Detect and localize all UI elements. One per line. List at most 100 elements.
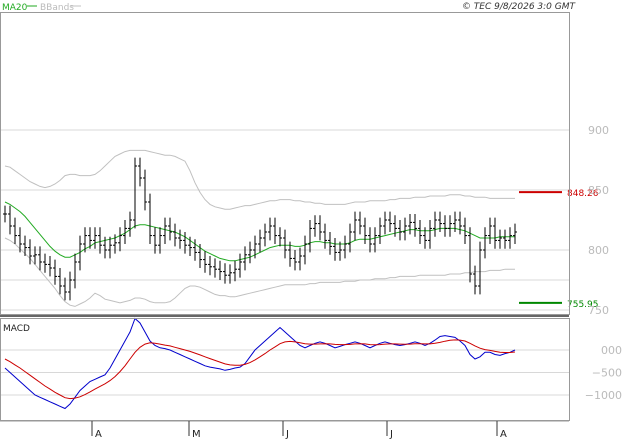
price-bar bbox=[33, 246, 37, 265]
price-bar bbox=[173, 223, 177, 247]
price-bar bbox=[73, 253, 77, 289]
price-bar bbox=[383, 211, 387, 235]
price-bar bbox=[343, 235, 347, 259]
price-bar bbox=[148, 193, 152, 244]
price-bar bbox=[348, 223, 352, 253]
price-bar bbox=[368, 227, 372, 253]
price-bar bbox=[138, 157, 142, 187]
time-x-axis: AMJJA bbox=[0, 420, 569, 440]
price-bar bbox=[133, 157, 137, 229]
x-tick-label: M bbox=[192, 429, 201, 440]
price-bar bbox=[218, 260, 222, 280]
x-tick-label: A bbox=[500, 429, 507, 440]
price-bar bbox=[168, 217, 172, 241]
x-tick-label: A bbox=[95, 429, 102, 440]
price-bar bbox=[233, 260, 237, 282]
price-y-tick-label: 750 bbox=[588, 304, 609, 317]
price-bar bbox=[203, 251, 207, 273]
price-bar bbox=[378, 217, 382, 244]
price-bar bbox=[198, 244, 202, 268]
price-bar bbox=[293, 250, 297, 271]
macd-y-tick-label: −1000 bbox=[585, 389, 622, 402]
price-bar bbox=[58, 268, 62, 295]
price-bar bbox=[503, 229, 507, 249]
price-y-tick-label: 900 bbox=[588, 124, 609, 137]
price-bar bbox=[63, 277, 67, 301]
price-bar bbox=[408, 214, 412, 235]
price-bar bbox=[263, 223, 267, 247]
price-bar bbox=[363, 217, 367, 244]
macd-title: MACD bbox=[3, 324, 30, 334]
ma-legend-label: MA20 bbox=[2, 3, 28, 13]
price-bar bbox=[318, 215, 322, 241]
price-bar bbox=[298, 247, 302, 271]
price-bar bbox=[278, 227, 282, 247]
price-bar bbox=[373, 227, 377, 253]
macd-y-tick-label: 000 bbox=[601, 344, 622, 357]
price-bar bbox=[398, 220, 402, 241]
price-bar bbox=[53, 259, 57, 285]
price-bar bbox=[448, 215, 452, 237]
macd-panel: MACD 000 −500 −1000 bbox=[0, 317, 622, 410]
price-bar bbox=[403, 217, 407, 241]
price-bar bbox=[258, 229, 262, 253]
price-frame bbox=[0, 12, 570, 315]
price-bar bbox=[13, 217, 17, 244]
price-bar bbox=[48, 256, 52, 277]
price-bar bbox=[483, 227, 487, 259]
price-bar bbox=[413, 214, 417, 237]
price-bar bbox=[18, 227, 22, 253]
price-bars bbox=[3, 157, 517, 301]
price-bar bbox=[208, 256, 212, 276]
price-bar bbox=[433, 211, 437, 237]
x-tick-label: J bbox=[389, 429, 393, 440]
chart-root: 848.26755.95 750 800 850 900 MA20 BBands © … bbox=[0, 2, 622, 440]
macd-grid bbox=[0, 349, 569, 396]
price-bar bbox=[3, 205, 7, 223]
price-bar bbox=[163, 217, 167, 244]
price-bar bbox=[443, 215, 447, 237]
price-bar bbox=[333, 238, 337, 261]
price-bar bbox=[248, 241, 252, 264]
price-bar bbox=[458, 211, 462, 235]
bb-upper-line bbox=[4, 149, 515, 210]
x-tick-label: J bbox=[285, 429, 289, 440]
price-bar bbox=[268, 217, 272, 241]
macd-y-tick-label: −500 bbox=[592, 367, 622, 380]
price-bar bbox=[213, 258, 217, 278]
main-panel: 848.26755.95 750 800 850 900 bbox=[0, 124, 609, 317]
price-bar bbox=[468, 227, 472, 283]
price-bar bbox=[498, 229, 502, 249]
price-bar bbox=[358, 211, 362, 235]
price-y-axis: 750 800 850 900 bbox=[588, 124, 609, 317]
price-grid bbox=[0, 129, 569, 311]
price-bar bbox=[283, 229, 287, 259]
price-bar bbox=[43, 253, 47, 273]
price-bar bbox=[308, 220, 312, 253]
price-y-tick-label: 800 bbox=[588, 244, 609, 257]
price-bar bbox=[238, 253, 242, 278]
price-bar bbox=[178, 229, 182, 249]
price-bar bbox=[508, 227, 512, 249]
price-bar bbox=[388, 211, 392, 232]
price-levels: 848.26755.95 bbox=[519, 189, 599, 310]
price-bar bbox=[68, 271, 72, 301]
price-bar bbox=[8, 205, 12, 235]
price-bar bbox=[418, 220, 422, 244]
macd-y-axis: 000 −500 −1000 bbox=[585, 344, 622, 402]
price-bar bbox=[323, 223, 327, 249]
bb-legend-label: BBands bbox=[40, 3, 74, 13]
price-bar bbox=[513, 223, 517, 244]
price-bar bbox=[493, 217, 497, 249]
price-bar bbox=[273, 217, 277, 244]
price-bar bbox=[118, 227, 122, 252]
legend: MA20 BBands © TEC 9/8/2026 3:0 GMT bbox=[2, 2, 576, 13]
price-bar bbox=[228, 264, 232, 284]
price-bar bbox=[128, 211, 132, 237]
price-bar bbox=[488, 217, 492, 244]
macd-frame bbox=[0, 318, 570, 421]
copyright-label: © TEC 9/8/2026 3:0 GMT bbox=[462, 2, 577, 12]
price-bar bbox=[93, 227, 97, 249]
price-bar bbox=[428, 220, 432, 249]
price-bar bbox=[353, 211, 357, 241]
